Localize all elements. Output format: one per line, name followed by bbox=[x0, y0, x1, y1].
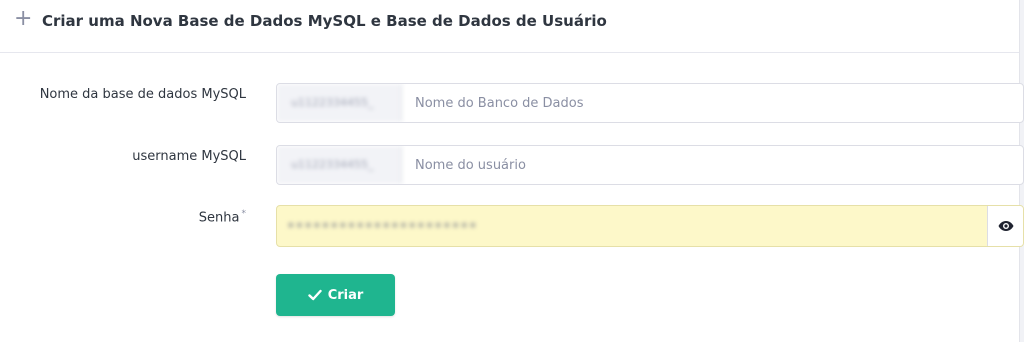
db-name-input[interactable] bbox=[403, 84, 1023, 122]
show-password-button[interactable] bbox=[987, 206, 1023, 246]
check-icon bbox=[308, 288, 322, 302]
password-label-text: Senha bbox=[198, 210, 240, 226]
username-input-group: u1122334455_ bbox=[276, 145, 1024, 185]
panel-header[interactable]: + Criar uma Nova Base de Dados MySQL e B… bbox=[0, 0, 1024, 53]
plus-icon[interactable]: + bbox=[14, 8, 32, 30]
username-prefix: u1122334455_ bbox=[277, 146, 402, 184]
password-input-group bbox=[276, 205, 1024, 247]
password-input[interactable] bbox=[277, 206, 989, 246]
username-input[interactable] bbox=[403, 146, 1023, 184]
password-label: Senha * bbox=[199, 209, 246, 225]
create-button-label: Criar bbox=[327, 287, 364, 303]
required-mark: * bbox=[241, 209, 247, 219]
create-database-panel: + Criar uma Nova Base de Dados MySQL e B… bbox=[0, 0, 1024, 342]
panel-title: Criar uma Nova Base de Dados MySQL e Bas… bbox=[42, 12, 607, 30]
eye-icon bbox=[998, 220, 1014, 232]
db-name-label: Nome da base de dados MySQL bbox=[39, 87, 246, 102]
db-name-prefix: u1122334455_ bbox=[277, 84, 402, 122]
create-button[interactable]: Criar bbox=[276, 274, 395, 316]
username-label: username MySQL bbox=[132, 149, 246, 164]
db-name-input-group: u1122334455_ bbox=[276, 83, 1024, 123]
